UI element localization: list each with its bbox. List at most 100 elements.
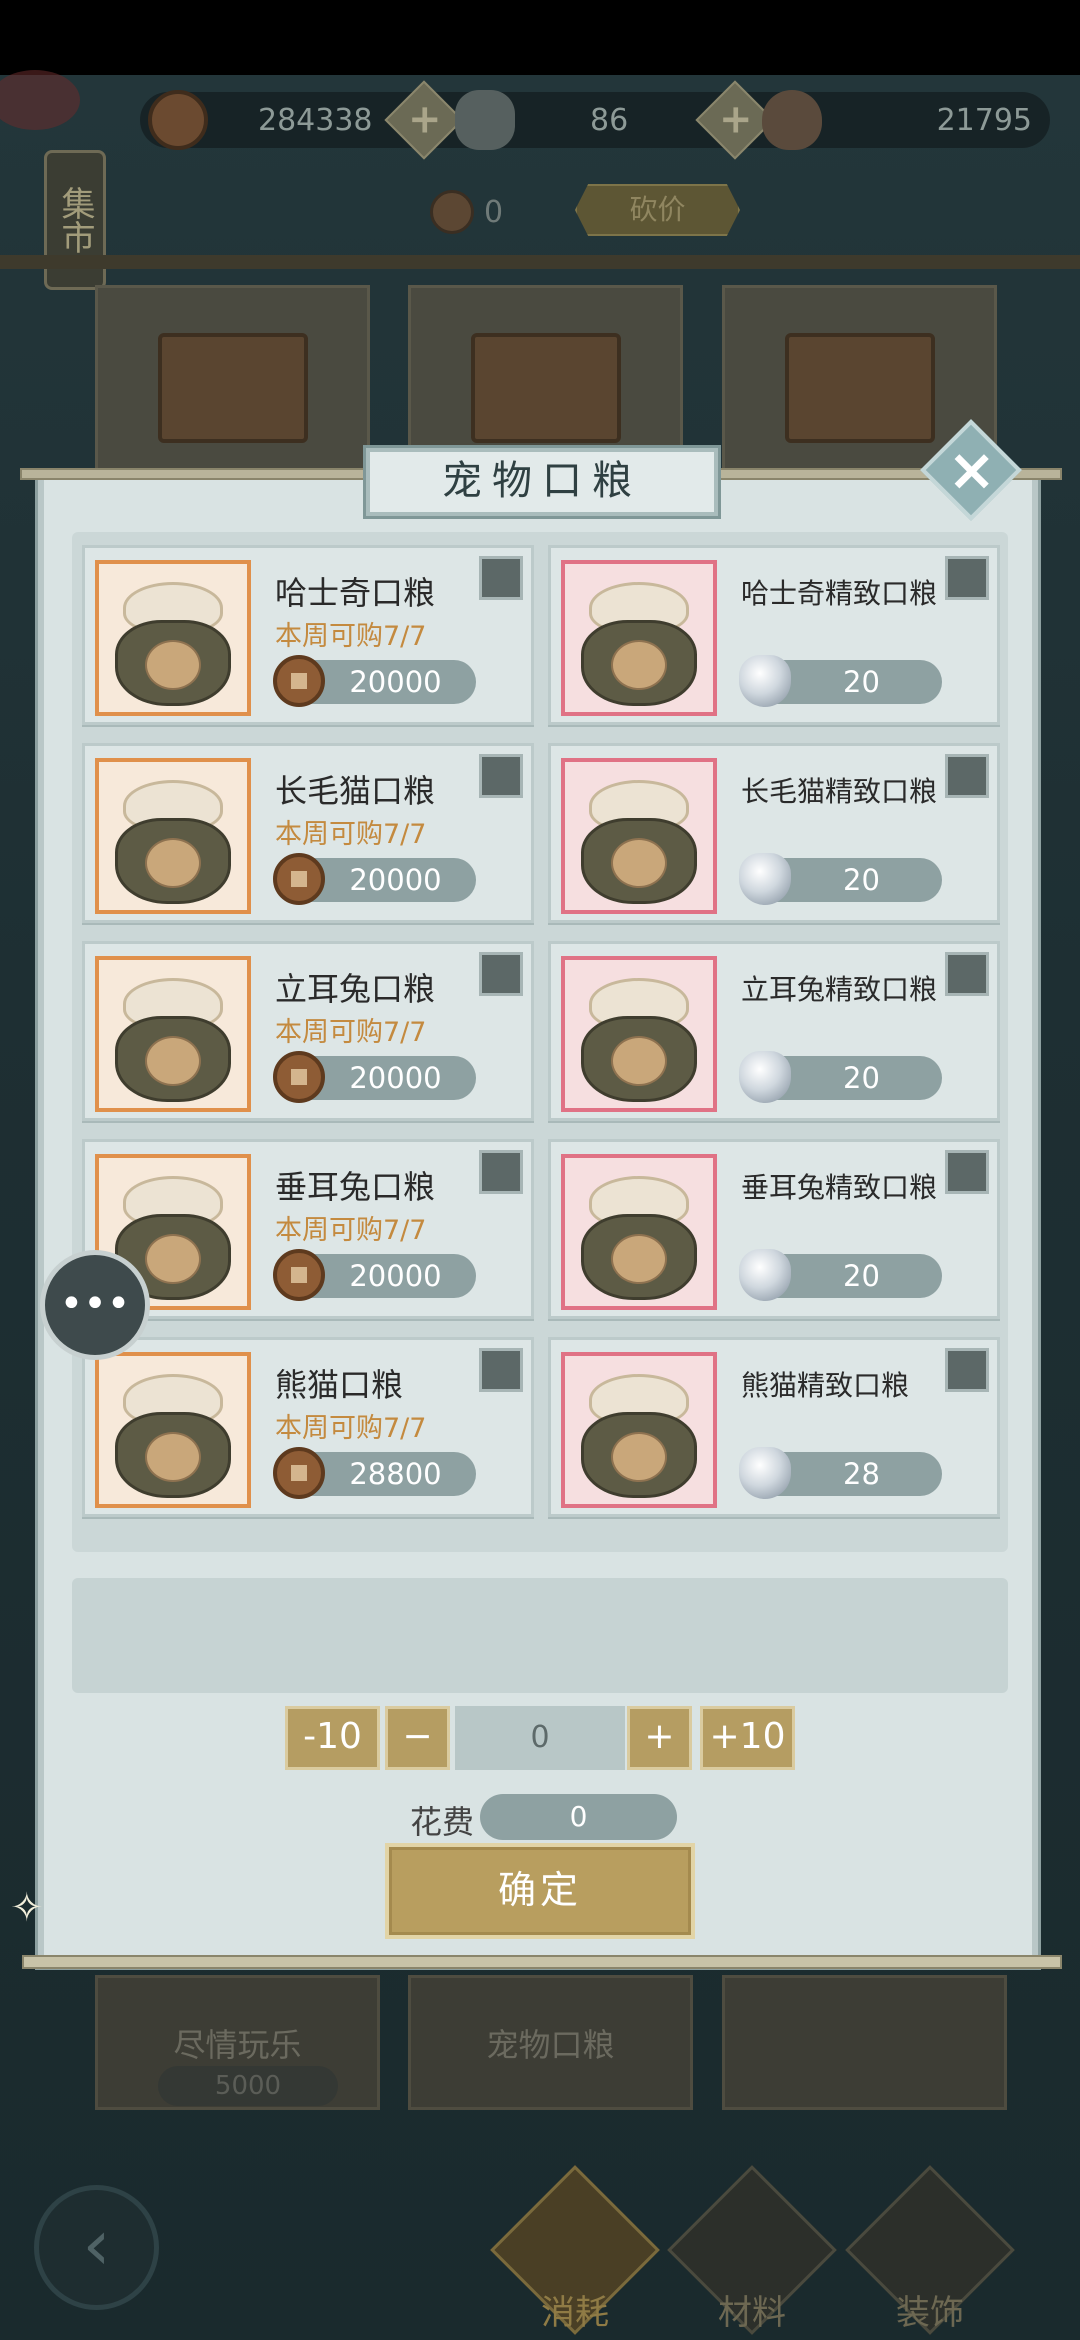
pet-emblem-icon [145, 1432, 201, 1482]
cost-label: 花费 [410, 1803, 475, 1841]
item-select-checkbox[interactable] [945, 754, 989, 798]
pet-emblem-icon [145, 1036, 201, 1086]
shelf-bottom-item[interactable] [722, 1975, 1007, 2110]
plus-ten-button[interactable]: +10 [700, 1706, 795, 1770]
pet-food-bag-icon [95, 956, 251, 1112]
price-pill: 20000 [273, 1051, 476, 1103]
item-card[interactable]: 长毛猫口粮本周可购7/7 20000 [82, 743, 534, 923]
copper-value: 284338 [258, 102, 373, 138]
item-name: 长毛猫口粮 [275, 772, 436, 810]
shelf-bottom-item[interactable]: 尽情玩乐 5000 [95, 1975, 380, 2110]
tab-materials[interactable]: 材料 [667, 2165, 837, 2340]
chat-button[interactable]: ••• [40, 1250, 150, 1360]
tab-consume[interactable]: 消耗 [490, 2165, 660, 2340]
plum-blossom-decoration [0, 70, 80, 130]
item-card[interactable]: 立耳兔精致口粮 20 [548, 941, 1000, 1121]
item-select-checkbox[interactable] [945, 556, 989, 600]
confirm-button[interactable]: 确定 [385, 1843, 695, 1939]
pet-food-bag-icon [95, 758, 251, 914]
pet-emblem-icon [145, 640, 201, 690]
item-select-checkbox[interactable] [945, 1150, 989, 1194]
minus-ten-button[interactable]: -10 [285, 1706, 380, 1770]
price-pill: 20 [739, 655, 942, 707]
item-card[interactable]: 长毛猫精致口粮 20 [548, 743, 1000, 923]
item-price: 20 [843, 863, 880, 897]
quantity-input[interactable]: 0 [455, 1706, 625, 1770]
item-card[interactable]: 熊猫精致口粮 28 [548, 1337, 1000, 1517]
item-name: 垂耳兔精致口粮 [741, 1171, 938, 1204]
pet-food-bag-icon [95, 560, 251, 716]
item-price: 20000 [349, 665, 442, 699]
item-card[interactable]: 哈士奇精致口粮 20 [548, 545, 1000, 725]
price-pill: 20 [739, 1249, 942, 1301]
item-name: 长毛猫精致口粮 [741, 775, 938, 808]
price-pill: 20000 [273, 1249, 476, 1301]
item-name: 立耳兔口粮 [275, 970, 436, 1008]
pet-food-bag-icon [561, 560, 717, 716]
pet-emblem-icon [145, 1234, 201, 1284]
cost-value: 0 [480, 1794, 677, 1840]
pet-emblem-icon [611, 640, 667, 690]
shell-currency: 21795 [762, 90, 1032, 150]
item-select-checkbox[interactable] [945, 1348, 989, 1392]
item-price: 20000 [349, 1259, 442, 1293]
shelf-bottom-price: 5000 [158, 2066, 338, 2106]
item-price: 20 [843, 1061, 880, 1095]
weekly-limit: 本周可购7/7 [275, 819, 427, 850]
item-card[interactable]: 垂耳兔精致口粮 20 [548, 1139, 1000, 1319]
status-bar [0, 0, 1080, 75]
pet-emblem-icon [145, 838, 201, 888]
token-icon [430, 190, 474, 234]
item-select-checkbox[interactable] [479, 556, 523, 600]
silver-currency: 86 [455, 90, 665, 150]
back-button[interactable]: ‹ [34, 2185, 159, 2310]
weekly-limit: 本周可购7/7 [275, 1413, 427, 1444]
item-card[interactable]: 熊猫口粮本周可购7/7 28800 [82, 1337, 534, 1517]
tab-label: 消耗 [541, 2293, 609, 2333]
item-select-checkbox[interactable] [479, 1348, 523, 1392]
chat-bubble-icon: ••• [59, 1281, 131, 1327]
item-card[interactable]: 哈士奇口粮本周可购7/7 20000 [82, 545, 534, 725]
pet-emblem-icon [611, 838, 667, 888]
crate-icon [158, 333, 308, 443]
shelf-beam [0, 255, 1080, 269]
item-name: 熊猫口粮 [275, 1366, 404, 1404]
shell-icon [762, 90, 822, 150]
item-price: 20 [843, 1259, 880, 1293]
item-price: 20000 [349, 863, 442, 897]
plus-button[interactable]: + [627, 1706, 692, 1770]
pet-emblem-icon [611, 1036, 667, 1086]
copper-coin-icon [148, 90, 208, 150]
cabinet-icon [471, 333, 621, 443]
minus-button[interactable]: − [385, 1706, 450, 1770]
price-pill: 20 [739, 1051, 942, 1103]
item-price: 28800 [349, 1457, 442, 1491]
price-pill: 28800 [273, 1447, 476, 1499]
tab-decorations[interactable]: 装饰 [845, 2165, 1015, 2340]
weekly-limit: 本周可购7/7 [275, 1017, 427, 1048]
close-icon: × [947, 435, 997, 504]
item-select-checkbox[interactable] [945, 952, 989, 996]
shelf-item[interactable] [95, 285, 370, 485]
shelf-bottom-label: 尽情玩乐 [173, 2026, 302, 2064]
silver-ingot-icon [455, 90, 515, 150]
item-price: 20000 [349, 1061, 442, 1095]
item-card[interactable]: 立耳兔口粮本周可购7/7 20000 [82, 941, 534, 1121]
shelf-bottom-item[interactable]: 宠物口粮 [408, 1975, 693, 2110]
item-card[interactable]: 垂耳兔口粮 本周可购7/7 20000 [82, 1139, 534, 1319]
weekly-limit: 本周可购7/7 [275, 621, 427, 652]
shelf-bottom-label: 宠物口粮 [486, 2026, 615, 2064]
silver-value: 86 [590, 102, 629, 138]
token-count: 0 [430, 190, 503, 234]
tab-label: 材料 [718, 2293, 786, 2333]
weekly-limit: 本周可购7/7 [275, 1215, 427, 1246]
item-name: 哈士奇口粮 [275, 574, 436, 612]
item-name: 哈士奇精致口粮 [741, 577, 938, 610]
item-price: 20 [843, 665, 880, 699]
item-select-checkbox[interactable] [479, 1150, 523, 1194]
item-select-checkbox[interactable] [479, 754, 523, 798]
pet-food-bag-icon [561, 956, 717, 1112]
item-select-checkbox[interactable] [479, 952, 523, 996]
market-sign: 集市 [44, 150, 106, 290]
bargain-button[interactable]: 砍价 [575, 184, 740, 236]
